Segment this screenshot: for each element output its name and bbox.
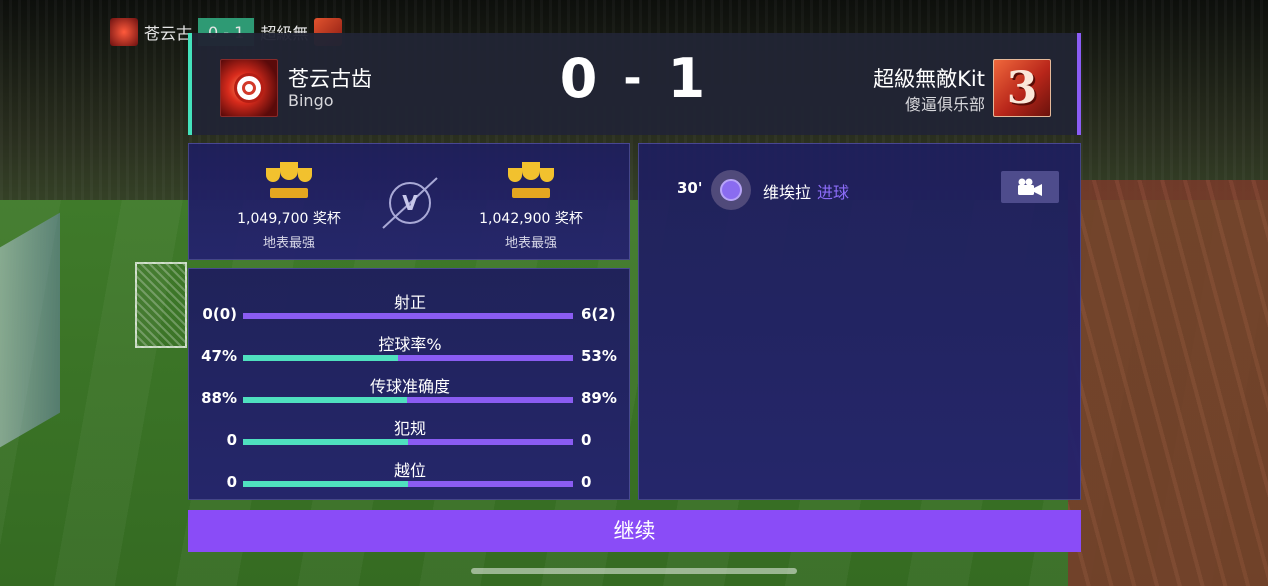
event-description: 维埃拉 进球 <box>763 179 849 203</box>
stat-away-value: 89% <box>581 389 617 407</box>
video-camera-icon <box>1018 178 1042 196</box>
home-trophy-info: 1,049,700 奖杯 地表最强 <box>209 162 369 251</box>
stat-away-value: 53% <box>581 347 617 365</box>
score-separator: - <box>623 53 646 104</box>
replay-video-button[interactable] <box>1001 171 1059 203</box>
stat-bar <box>243 313 573 319</box>
stat-home-value: 0 <box>226 473 237 491</box>
stat-label: 越位 <box>393 461 426 480</box>
trophy-icon <box>508 162 554 200</box>
away-badge-number: 3 <box>1006 62 1038 114</box>
goal-net-background <box>135 262 187 348</box>
stadium-wall-background <box>0 212 60 448</box>
stat-home-value: 0(0) <box>202 305 237 323</box>
stat-row: 控球率% 47% 53% <box>189 331 631 369</box>
event-row: 30' 维埃拉 进球 <box>677 170 1057 210</box>
stat-row: 越位 0 0 <box>189 457 631 495</box>
stat-bar <box>243 481 573 487</box>
stat-label: 控球率% <box>378 335 442 354</box>
stat-label: 犯规 <box>393 419 426 438</box>
stat-home-value: 47% <box>201 347 237 365</box>
running-track-background <box>1068 180 1268 586</box>
stat-row: 传球准确度 88% 89% <box>189 373 631 411</box>
home-score: 0 <box>559 47 602 110</box>
trophy-panel: 1,049,700 奖杯 地表最强 V 1,042,900 奖杯 地表最强 <box>188 143 630 260</box>
away-score: 1 <box>667 47 710 110</box>
event-minute: 30' <box>677 179 703 197</box>
away-team-badge-icon: 3 <box>993 59 1051 117</box>
stat-bar-home-fill <box>243 481 408 487</box>
match-events-panel: 30' 维埃拉 进球 <box>638 143 1081 500</box>
away-team-name: 超級無敵Kit <box>873 67 985 91</box>
stat-row: 犯规 0 0 <box>189 415 631 453</box>
stat-bar-home-fill <box>243 397 407 403</box>
match-result-header: 苍云古齿 Bingo 0-1 超級無敵Kit 傻逼俱乐部 3 <box>188 33 1081 135</box>
match-stats-panel: 射正 0(0) 6(2) 控球率% 47% 53% 传球准确度 88% 89% … <box>188 268 630 500</box>
home-trophy-count: 1,049,700 奖杯 <box>237 211 341 227</box>
away-rank: 地表最强 <box>504 236 557 251</box>
trophy-icon <box>266 162 312 200</box>
stat-label: 射正 <box>393 293 426 312</box>
event-type: 进球 <box>817 183 850 202</box>
goal-ball-icon <box>711 170 751 210</box>
stat-away-value: 6(2) <box>581 305 616 323</box>
stat-home-value: 0 <box>226 431 237 449</box>
stat-row: 射正 0(0) 6(2) <box>189 289 631 327</box>
stat-label: 传球准确度 <box>369 377 450 396</box>
stat-bar <box>243 439 573 445</box>
stat-away-value: 0 <box>581 431 592 449</box>
stat-home-value: 88% <box>201 389 237 407</box>
stat-away-value: 0 <box>581 473 592 491</box>
home-rank: 地表最强 <box>262 236 315 251</box>
stat-bar-home-fill <box>243 439 408 445</box>
versus-text: V <box>402 191 418 215</box>
away-team-subtitle: 傻逼俱乐部 <box>904 95 985 114</box>
stat-bar <box>243 355 573 361</box>
stat-bar-home-fill <box>243 355 399 361</box>
stat-bar <box>243 397 573 403</box>
mini-home-badge-icon <box>110 18 138 46</box>
versus-icon: V <box>382 177 438 229</box>
event-player-name: 维埃拉 <box>763 183 812 202</box>
away-trophy-info: 1,042,900 奖杯 地表最强 <box>451 162 611 251</box>
away-trophy-count: 1,042,900 奖杯 <box>479 211 583 227</box>
mini-home-name: 苍云古 <box>144 24 193 43</box>
home-indicator[interactable] <box>471 568 797 574</box>
continue-button[interactable]: 继续 <box>188 510 1081 552</box>
